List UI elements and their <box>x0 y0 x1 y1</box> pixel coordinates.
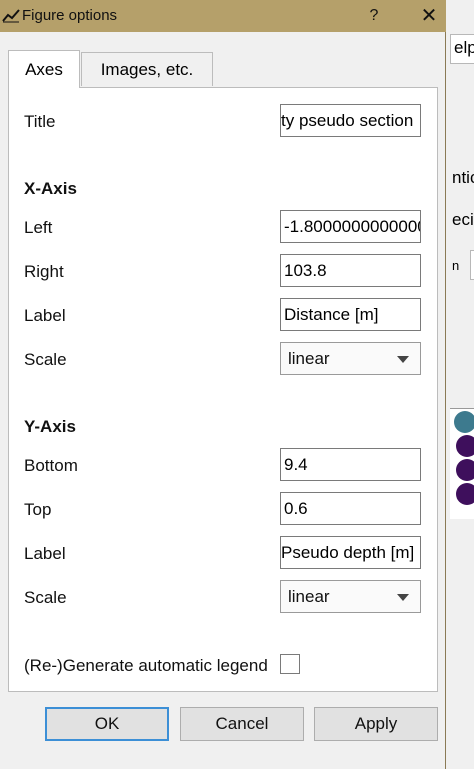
y-top-field[interactable]: 0.6 <box>280 492 421 525</box>
y-bottom-label: Bottom <box>24 456 78 475</box>
plot-dot <box>456 483 474 505</box>
x-scale-select[interactable]: linear <box>280 342 421 375</box>
x-left-field[interactable]: -1.8000000000000 <box>280 210 421 243</box>
x-label-label: Label <box>24 306 66 325</box>
plot-dot <box>456 459 474 481</box>
x-scale-value: linear <box>288 349 330 368</box>
tab-images-etc[interactable]: Images, etc. <box>81 52 213 86</box>
tab-axes[interactable]: Axes <box>8 50 80 88</box>
x-right-field[interactable]: 103.8 <box>280 254 421 287</box>
y-label-field-value: Pseudo depth [m] <box>281 543 415 562</box>
close-button[interactable]: ✕ <box>416 4 442 28</box>
y-scale-value: linear <box>288 587 330 606</box>
cancel-button[interactable]: Cancel <box>180 707 304 741</box>
y-label-label: Label <box>24 544 66 563</box>
title-field-value: ty pseudo section <box>281 111 414 130</box>
x-right-label: Right <box>24 262 64 281</box>
background-dropdown <box>470 250 474 280</box>
window-title: Figure options <box>22 7 118 24</box>
y-bottom-field[interactable]: 9.4 <box>280 448 421 481</box>
plot-dot <box>454 411 474 433</box>
chart-line-icon <box>2 9 20 23</box>
plot-dot <box>456 435 474 457</box>
x-scale-label: Scale <box>24 350 67 369</box>
figure-options-dialog: Figure options ? ✕ Axes Images, etc. Tit… <box>0 0 446 769</box>
help-button[interactable]: ? <box>362 4 386 28</box>
x-axis-heading: X-Axis <box>24 179 77 198</box>
x-label-field[interactable]: Distance [m] <box>280 298 421 331</box>
apply-button[interactable]: Apply <box>314 707 438 741</box>
x-left-label: Left <box>24 218 53 237</box>
title-bar[interactable]: Figure options ? ✕ <box>0 0 446 32</box>
background-label-fragment: ecip <box>452 210 474 229</box>
chevron-down-icon <box>397 356 409 363</box>
legend-label: (Re-)Generate automatic legend <box>24 656 268 675</box>
title-field[interactable]: ty pseudo section <box>280 104 421 137</box>
background-label-fragment: n <box>452 258 460 273</box>
background-app-window: elp ntic ecip n <box>446 0 474 769</box>
y-label-field[interactable]: Pseudo depth [m] <box>280 536 421 569</box>
title-label: Title <box>24 112 56 131</box>
background-menu-fragment: elp <box>454 38 474 57</box>
background-label-fragment: ntic <box>452 168 474 187</box>
ok-button[interactable]: OK <box>45 707 169 741</box>
y-scale-label: Scale <box>24 588 67 607</box>
background-plot <box>450 408 474 519</box>
chevron-down-icon <box>397 594 409 601</box>
y-top-label: Top <box>24 500 52 519</box>
y-scale-select[interactable]: linear <box>280 580 421 613</box>
y-axis-heading: Y-Axis <box>24 417 76 436</box>
legend-checkbox[interactable] <box>280 654 300 674</box>
